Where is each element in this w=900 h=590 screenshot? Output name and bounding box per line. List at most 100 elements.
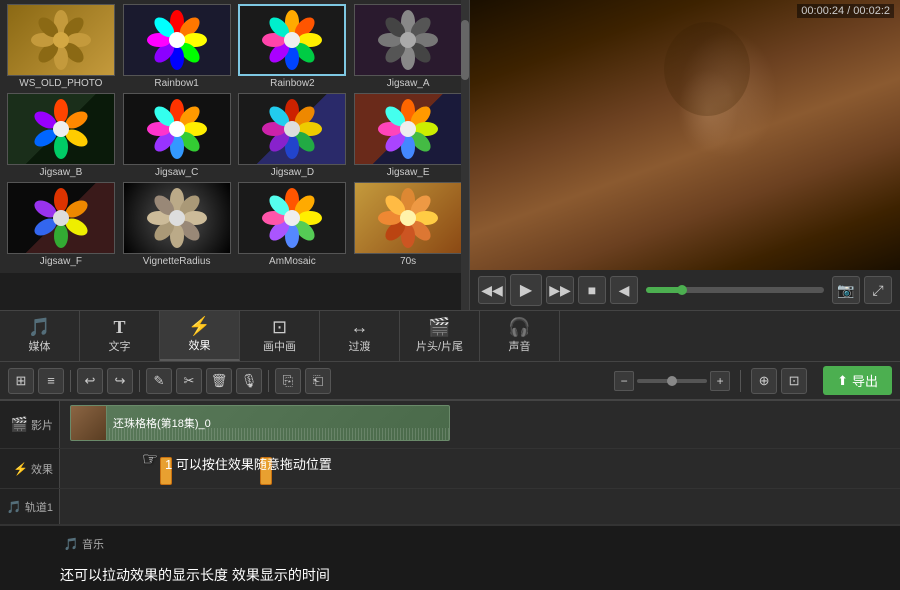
video-preview: 00:00:24 / 00:02:2 [470,0,900,270]
stop-button[interactable]: ■ [578,276,606,304]
toolbar-tabs-row: 🎵 媒体 T 文字 ⚡ 效果 ⊡ 画中画 ↔ 过渡 🎬 片头/片尾 🎧 声音 [0,310,900,362]
mode-list-button[interactable]: ≡ [38,368,64,394]
redo-button[interactable]: ↪ [107,368,133,394]
effects-grid: WS_OLD_PHOTO [0,0,469,273]
zoom-minus-button[interactable]: − [614,371,634,391]
annotation-line2: 还可以拉动效果的显示长度 效果显示的时间 [60,564,330,586]
tab-picture-in-picture[interactable]: ⊡ 画中画 [240,311,320,361]
export-button[interactable]: ⬆ 导出 [823,366,892,395]
effects-scrollbar-thumb[interactable] [461,20,469,80]
video-panel: 00:00:24 / 00:02:2 ◀◀ ▶ ▶▶ ■ ◀ 📷 ⤢ [470,0,900,310]
track-film-content: 还珠格格(第18集)_0 [60,401,900,448]
effect-item-jigsaw-e[interactable]: Jigsaw_E [351,93,465,180]
tab-transition-label: 过渡 [349,338,371,354]
link-button[interactable]: ⊕ [751,368,777,394]
effect-item-rainbow1[interactable]: Rainbow1 [120,4,234,91]
effects-scrollbar[interactable] [461,0,469,310]
effects-track-name: 效果 [31,461,53,477]
fullscreen-button[interactable]: ⤢ [864,276,892,304]
effect-item-jigsaw-f[interactable]: Jigsaw_F [4,182,118,269]
film-track-name: 影片 [31,417,53,433]
effect-label-jigsaw-d: Jigsaw_D [271,165,314,180]
tab-title-credits[interactable]: 🎬 片头/片尾 [400,311,480,361]
effect-item-70s[interactable]: 70s [351,182,465,269]
tab-text-label: 文字 [109,338,131,354]
effect-item-vignette[interactable]: VignetteRadius [120,182,234,269]
effect-label-70s: 70s [400,254,416,269]
effect-label-jigsaw-b: Jigsaw_B [39,165,82,180]
undo-button[interactable]: ↩ [77,368,103,394]
video-timecode: 00:00:24 / 00:02:2 [797,4,894,18]
tab-audio-label: 声音 [509,338,531,354]
effect-item-jigsaw-c[interactable]: Jigsaw_C [120,93,234,180]
delete-button[interactable]: 🗑 [206,368,232,394]
mode-grid-button[interactable]: ⊞ [8,368,34,394]
audio1-track-icon: 🎵 [7,500,22,514]
zoom-slider-thumb[interactable] [667,376,677,386]
effects-panel: WS_OLD_PHOTO [0,0,470,310]
video-controls: ◀◀ ▶ ▶▶ ■ ◀ 📷 ⤢ [470,270,900,310]
edit-button[interactable]: ✎ [146,368,172,394]
tab-pip-label: 画中画 [263,338,296,354]
prev-frame-button[interactable]: ◀◀ [478,276,506,304]
paste-button[interactable]: ⎗ [305,368,331,394]
video-frame [470,0,900,270]
volume-button[interactable]: ◀ [610,276,638,304]
tab-text[interactable]: T 文字 [80,311,160,361]
effect-label-jigsaw-c: Jigsaw_C [155,165,198,180]
tab-media-label: 媒体 [29,338,51,354]
next-frame-button[interactable]: ▶▶ [546,276,574,304]
play-button[interactable]: ▶ [510,274,542,306]
playback-progress[interactable] [646,287,824,293]
effect-item-rainbow2[interactable]: Rainbow2 [236,4,350,91]
unlink-button[interactable]: ⊡ [781,368,807,394]
effect-item-jigsaw-a[interactable]: Jigsaw_A [351,4,465,91]
export-icon: ⬆ [837,373,848,389]
tab-audio[interactable]: 🎧 声音 [480,311,560,361]
zoom-controls: − + [614,371,730,391]
cut-button[interactable]: ✂ [176,368,202,394]
tab-audio-icon: 🎧 [508,318,530,336]
waveform-bg [107,428,449,440]
tab-text-icon: T [113,318,125,336]
track-audio1: 🎵 轨道1 [0,489,900,525]
tab-effects-icon: ⚡ [188,317,210,335]
audio1-track-name: 轨道1 [25,499,53,515]
zoom-slider-track[interactable] [637,379,707,383]
progress-thumb[interactable] [677,285,687,295]
effect-item-jigsaw-b[interactable]: Jigsaw_B [4,93,118,180]
tab-transition[interactable]: ↔ 过渡 [320,311,400,361]
tab-media[interactable]: 🎵 媒体 [0,311,80,361]
annotation-line1: 1 可以按住效果随意拖动位置 [165,454,332,473]
film-clip[interactable]: 还珠格格(第18集)_0 [70,405,450,441]
record-button[interactable]: 🎙 [236,368,262,394]
timeline-toolbar: ⊞ ≡ ↩ ↪ ✎ ✂ 🗑 🎙 ⎘ ⎗ − + ⊕ ⊡ ⬆ 导出 [0,362,900,400]
effect-label-jigsaw-e: Jigsaw_E [387,165,430,180]
timeline-tracks: 🎬 影片 还珠格格(第18集)_0 [0,401,900,525]
track-effects-content: ☞ 1 可以按住效果随意拖动位置 [60,449,900,488]
film-track-icon: 🎬 [11,416,28,433]
copy-button[interactable]: ⎘ [275,368,301,394]
snapshot-button[interactable]: 📷 [832,276,860,304]
effect-item-jigsaw-d[interactable]: Jigsaw_D [236,93,350,180]
export-label: 导出 [852,371,878,390]
effect-item-ammosaic[interactable]: AmMosaic [236,182,350,269]
effect-label-vignette: VignetteRadius [143,254,211,269]
tab-media-icon: 🎵 [28,318,50,336]
track-audio1-label: 🎵 轨道1 [0,489,60,524]
effect-label-rainbow2: Rainbow2 [270,76,314,91]
effect-item-ws-old-photo[interactable]: WS_OLD_PHOTO [4,4,118,91]
effect-label-ws-old-photo: WS_OLD_PHOTO [19,76,102,91]
app-container: WS_OLD_PHOTO [0,0,900,590]
tab-title-icon: 🎬 [428,318,450,336]
film-clip-waveform [107,428,449,440]
tab-effects[interactable]: ⚡ 效果 [160,311,240,361]
tab-title-label: 片头/片尾 [416,338,463,354]
timeline-section: 00:00:00:00 00:00:30:00 00:01:00:00 00:0… [0,400,900,590]
effect-label-rainbow1: Rainbow1 [154,76,198,91]
annotation-area: 🎵 音乐 还可以拉动效果的显示长度 效果显示的时间 [0,525,900,590]
zoom-plus-button[interactable]: + [710,371,730,391]
track-effects: ⚡ 效果 ☞ 1 可以按住效果随意拖动位置 [0,449,900,489]
effect-label-ammosaic: AmMosaic [269,254,316,269]
music-track-icon: 🎵 音乐 [60,536,110,552]
